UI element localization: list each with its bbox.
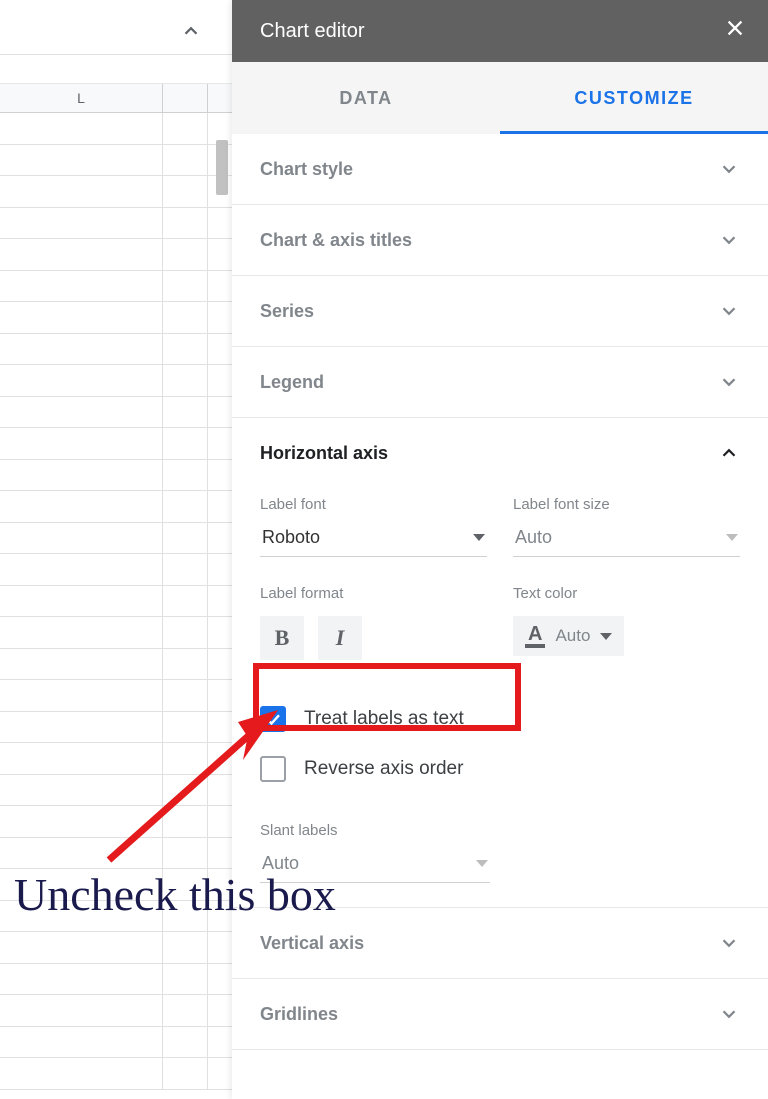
chevron-down-icon (718, 229, 740, 251)
section-chart-axis-titles: Chart & axis titles (232, 205, 768, 276)
field-label: Text color (513, 585, 740, 602)
section-head-chart-axis-titles[interactable]: Chart & axis titles (232, 205, 768, 275)
slant-labels-select[interactable]: Auto (260, 853, 490, 883)
spreadsheet-area: L (0, 0, 232, 1099)
section-head-chart-style[interactable]: Chart style (232, 134, 768, 204)
panel-header: Chart editor (232, 0, 768, 62)
section-head-series[interactable]: Series (232, 276, 768, 346)
field-label: Slant labels (260, 822, 490, 839)
section-head-gridlines[interactable]: Gridlines (232, 979, 768, 1049)
chevron-down-icon (718, 1003, 740, 1025)
field-slant-labels: Slant labels Auto (260, 822, 490, 883)
section-head-legend[interactable]: Legend (232, 347, 768, 417)
chevron-down-icon (718, 932, 740, 954)
select-value: Auto (515, 527, 552, 548)
dropdown-icon (726, 534, 738, 541)
tab-data[interactable]: DATA (232, 62, 500, 134)
chevron-down-icon (718, 158, 740, 180)
panel-title: Chart editor (260, 20, 365, 43)
chart-editor-panel: Chart editor DATA CUSTOMIZE Chart style … (232, 0, 768, 1099)
sections-container: Chart style Chart & axis titles Series L… (232, 134, 768, 1099)
bold-button[interactable]: B (260, 616, 304, 660)
text-color-icon: A (525, 624, 545, 648)
section-title: Gridlines (260, 1004, 338, 1025)
column-header-row: L (0, 83, 232, 113)
label-font-select[interactable]: Roboto (260, 527, 487, 557)
grid-body[interactable] (0, 113, 232, 1090)
checkbox-label: Treat labels as text (304, 708, 464, 730)
column-header-L[interactable]: L (0, 84, 163, 112)
section-head-horizontal-axis[interactable]: Horizontal axis (232, 418, 768, 488)
section-title: Series (260, 301, 314, 322)
chevron-down-icon (718, 300, 740, 322)
section-series: Series (232, 276, 768, 347)
column-header-edge[interactable] (208, 84, 232, 112)
section-body-horizontal-axis: Label font Roboto Label font size Auto (232, 488, 768, 907)
column-header-next[interactable] (163, 84, 208, 112)
tab-customize[interactable]: CUSTOMIZE (500, 62, 768, 134)
section-title: Horizontal axis (260, 443, 388, 464)
treat-labels-as-text-row: Treat labels as text (260, 694, 740, 744)
section-head-vertical-axis[interactable]: Vertical axis (232, 908, 768, 978)
section-gridlines: Gridlines (232, 979, 768, 1050)
chevron-up-icon (718, 442, 740, 464)
field-label-format: Label format B I (260, 585, 487, 660)
text-color-select[interactable]: A Auto (513, 616, 624, 656)
field-label: Label format (260, 585, 487, 602)
field-label: Label font size (513, 496, 740, 513)
field-label: Label font (260, 496, 487, 513)
section-legend: Legend (232, 347, 768, 418)
dropdown-icon (476, 860, 488, 867)
field-label-font: Label font Roboto (260, 496, 487, 557)
chevron-down-icon (718, 371, 740, 393)
section-chart-style: Chart style (232, 134, 768, 205)
reverse-axis-order-row: Reverse axis order (260, 744, 740, 794)
select-value: Auto (262, 853, 299, 874)
select-value: Roboto (262, 527, 320, 548)
section-title: Vertical axis (260, 933, 364, 954)
close-icon (724, 17, 746, 39)
sheet-toolbar-strip (0, 0, 232, 55)
checkbox-label: Reverse axis order (304, 758, 463, 780)
tabs: DATA CUSTOMIZE (232, 62, 768, 134)
section-title: Chart & axis titles (260, 230, 412, 251)
collapse-panel-icon[interactable] (180, 20, 202, 47)
close-button[interactable] (724, 17, 746, 45)
label-font-size-select[interactable]: Auto (513, 527, 740, 557)
section-vertical-axis: Vertical axis (232, 908, 768, 979)
bold-icon: B (275, 625, 290, 651)
italic-button[interactable]: I (318, 616, 362, 660)
reverse-axis-order-checkbox[interactable] (260, 756, 286, 782)
section-title: Chart style (260, 159, 353, 180)
dropdown-icon (600, 633, 612, 640)
text-color-value: Auto (555, 626, 590, 646)
italic-icon: I (336, 625, 345, 651)
treat-labels-as-text-checkbox[interactable] (260, 706, 286, 732)
dropdown-icon (473, 534, 485, 541)
section-horizontal-axis: Horizontal axis Label font Roboto Label … (232, 418, 768, 908)
section-title: Legend (260, 372, 324, 393)
checkmark-icon (264, 710, 282, 728)
field-text-color: Text color A Auto (513, 585, 740, 660)
vertical-scrollbar-thumb[interactable] (216, 140, 228, 195)
field-label-font-size: Label font size Auto (513, 496, 740, 557)
